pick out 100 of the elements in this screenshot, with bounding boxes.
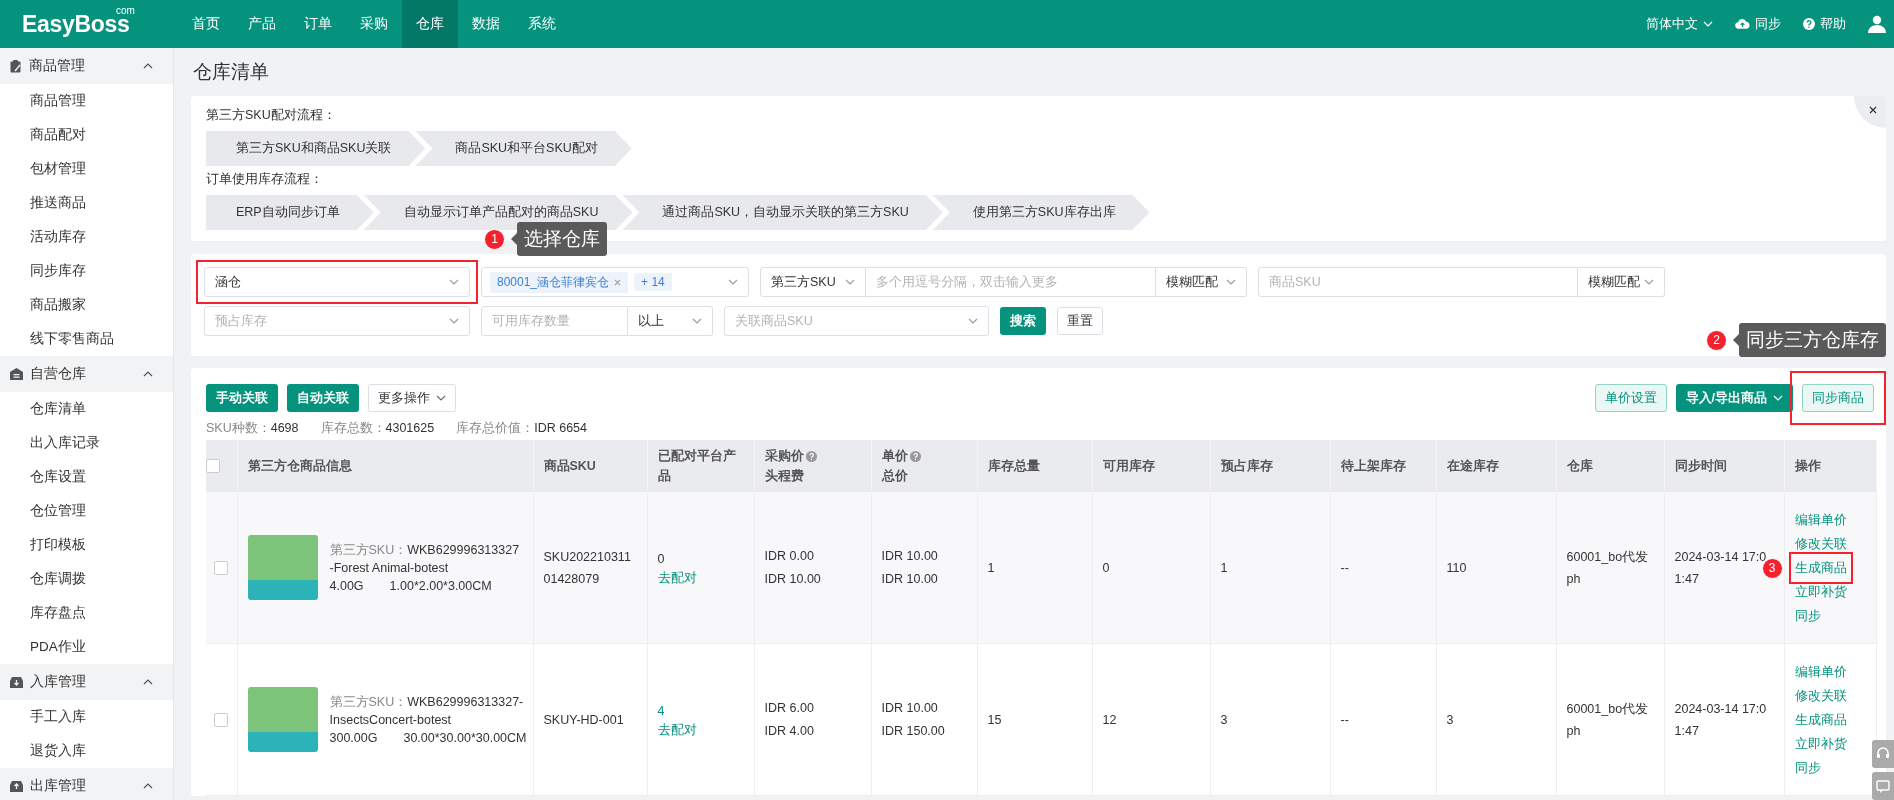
nav-tab[interactable]: 仓库: [402, 0, 458, 48]
sidebar-item[interactable]: 线下零售商品: [0, 322, 173, 356]
match-mode-select[interactable]: 模糊匹配: [1156, 267, 1247, 297]
sidebar-item[interactable]: 商品搬家: [0, 288, 173, 322]
column-header: 可用库存: [1092, 440, 1210, 492]
help-icon[interactable]: [805, 450, 817, 462]
chevron-icon: [143, 783, 153, 789]
remove-icon[interactable]: [614, 278, 622, 286]
sidebar-item[interactable]: 仓库调拨: [0, 562, 173, 596]
sidebar-item[interactable]: 包材管理: [0, 152, 173, 186]
sidebar-group-header[interactable]: 商品管理: [0, 48, 173, 84]
table-cell-text: IDR 10.00: [881, 547, 939, 565]
column-header: 采购价 头程费: [754, 440, 871, 492]
sidebar-item[interactable]: 打印模板: [0, 528, 173, 562]
flow-label: 第三方SKU配对流程：: [206, 107, 337, 124]
annotation-tooltip: 同步三方仓库存: [1739, 323, 1886, 357]
action-link[interactable]: 修改关联: [1794, 688, 1847, 703]
action-link[interactable]: 生成商品: [1794, 712, 1847, 727]
language-select[interactable]: 简体中文: [1646, 15, 1713, 33]
action-link[interactable]: 编辑单价: [1794, 664, 1847, 679]
nav-tab[interactable]: 订单: [290, 0, 346, 48]
sidebar-item[interactable]: 推送商品: [0, 186, 173, 220]
house-icon: [10, 368, 23, 380]
table-cell: 3: [1446, 712, 1454, 727]
search-button[interactable]: 搜索: [1000, 307, 1046, 335]
warehouse-multi-select[interactable]: 80001_涵仓菲律宾仓 + 14: [481, 267, 749, 297]
stat-label: SKU种数：: [206, 421, 271, 435]
weight-text: 300.00G: [329, 729, 378, 747]
table-cell: SKU20221031101428079: [543, 549, 631, 586]
row-checkbox[interactable]: [214, 560, 229, 575]
sync-link[interactable]: 同步: [1735, 15, 1781, 33]
table-cell: 110: [1446, 560, 1467, 575]
stat-label: 库存总数：: [320, 421, 386, 435]
compare-select[interactable]: 以上: [628, 306, 713, 336]
sidebar-item[interactable]: 商品配对: [0, 118, 173, 152]
nav-tab[interactable]: 系统: [514, 0, 570, 48]
sidebar-item[interactable]: 商品管理: [0, 84, 173, 118]
available-qty-input-field[interactable]: 可用库存数量: [481, 306, 628, 336]
flow-step: 自动显示订单产品配对的商品SKU: [363, 195, 633, 230]
action-link[interactable]: 修改关联: [1794, 536, 1847, 551]
more-count-tag: + 14: [634, 273, 672, 291]
caret-icon: [845, 279, 855, 285]
column-header: 单价 总价: [871, 440, 977, 492]
stat-value: 4301625: [385, 421, 435, 435]
action-link[interactable]: 立即补货: [1794, 736, 1847, 751]
reset-button[interactable]: 重置: [1057, 307, 1103, 335]
sidebar-item[interactable]: 同步库存: [0, 254, 173, 288]
action-link[interactable]: 立即补货: [1794, 584, 1847, 599]
toolbar-button[interactable]: 单价设置: [1594, 384, 1667, 412]
toolbar-button[interactable]: 手动关联: [206, 384, 278, 412]
sidebar-item[interactable]: 仓库设置: [0, 460, 173, 494]
sidebar-item[interactable]: 退货入库: [0, 734, 173, 768]
nav-tab[interactable]: 数据: [458, 0, 514, 48]
caret-icon: [449, 318, 459, 324]
weight-text: 4.00G: [329, 577, 364, 595]
help-icon[interactable]: [909, 450, 921, 462]
sidebar-item[interactable]: 仓位管理: [0, 494, 173, 528]
nav-tab[interactable]: 首页: [178, 0, 234, 48]
toolbar-button[interactable]: 更多操作: [368, 384, 456, 412]
column-header: 同步时间: [1664, 440, 1784, 492]
sku-type-select[interactable]: 第三方SKU: [760, 267, 866, 297]
support-button[interactable]: [1872, 740, 1894, 768]
sidebar-group-header[interactable]: 自营仓库: [0, 356, 173, 392]
match-mode-select[interactable]: 模糊匹配: [1578, 267, 1665, 297]
table-cell-text: IDR 10.00: [764, 570, 822, 588]
action-link[interactable]: 编辑单价: [1794, 512, 1847, 527]
sidebar-item[interactable]: 仓库清单: [0, 392, 173, 426]
warehouse-select[interactable]: 涵仓: [204, 267, 470, 297]
table-cell: 2024-03-14 17:01:47: [1674, 701, 1767, 738]
match-link[interactable]: 去配对: [657, 723, 697, 737]
sidebar-item[interactable]: 出入库记录: [0, 426, 173, 460]
chevron-icon: [143, 679, 153, 685]
sidebar-item[interactable]: 手工入库: [0, 700, 173, 734]
row-checkbox[interactable]: [214, 712, 229, 727]
flow-step: 第三方SKU和商品SKU关联: [206, 131, 426, 166]
matched-count: 0: [657, 551, 666, 568]
action-link[interactable]: 生成商品: [1794, 560, 1847, 575]
sidebar-group-header[interactable]: 出库管理: [0, 768, 173, 800]
match-link[interactable]: 去配对: [657, 571, 697, 585]
nav-tab[interactable]: 采购: [346, 0, 402, 48]
action-link[interactable]: 同步: [1794, 760, 1821, 775]
feedback-button[interactable]: [1872, 772, 1894, 800]
sidebar-item[interactable]: 库存盘点: [0, 596, 173, 630]
sidebar-item[interactable]: PDA作业: [0, 630, 173, 664]
help-link[interactable]: 帮助: [1803, 15, 1846, 33]
sidebar-group-header[interactable]: 入库管理: [0, 664, 173, 700]
product-sku-input-field[interactable]: 商品SKU: [1258, 267, 1578, 297]
toolbar-button[interactable]: 同步商品: [1802, 384, 1874, 412]
user-icon[interactable]: [1868, 15, 1886, 33]
select-all-checkbox[interactable]: [206, 459, 220, 474]
nav-tab[interactable]: 产品: [234, 0, 290, 48]
caret-icon: [692, 318, 702, 324]
caret-icon: [728, 279, 738, 285]
sidebar-item[interactable]: 活动库存: [0, 220, 173, 254]
toolbar-button[interactable]: 导入/导出商品: [1675, 384, 1793, 412]
action-link[interactable]: 同步: [1794, 608, 1821, 623]
flow-step: 商品SKU和平台SKU配对: [415, 131, 632, 166]
toolbar-button[interactable]: 自动关联: [287, 384, 359, 412]
sku-input-field[interactable]: 多个用逗号分隔，双击输入更多: [866, 267, 1156, 297]
table-cell-text: IDR 0.00: [764, 547, 815, 565]
